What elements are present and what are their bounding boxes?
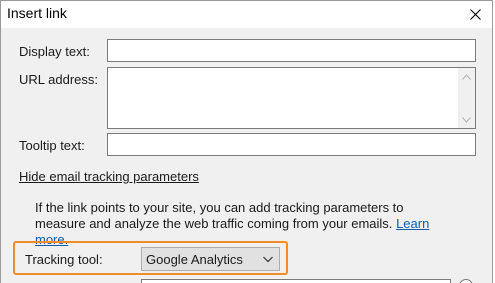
tracking-tool-label: Tracking tool:	[25, 252, 103, 267]
chevron-down-icon	[263, 256, 273, 263]
tracking-tool-select[interactable]: Google Analytics	[141, 247, 280, 271]
url-address-input[interactable]	[108, 68, 459, 128]
campaign-input[interactable]	[141, 279, 451, 283]
url-address-label: URL address:	[19, 72, 98, 87]
url-address-scrollbar[interactable]	[458, 68, 475, 128]
display-text-label: Display text:	[19, 44, 90, 59]
url-address-field[interactable]	[107, 67, 476, 129]
insert-link-dialog: Insert link Display text: URL address: T…	[0, 0, 493, 283]
tracking-tool-selected-value: Google Analytics	[146, 252, 243, 267]
scroll-up-icon[interactable]	[458, 68, 475, 85]
tracking-info-sentence: If the link points to your site, you can…	[35, 200, 404, 231]
close-icon	[469, 8, 481, 20]
tooltip-text-input[interactable]	[107, 133, 476, 156]
display-text-input[interactable]	[107, 39, 476, 62]
scroll-down-icon[interactable]	[458, 111, 475, 128]
title-bar: Insert link	[1, 1, 492, 29]
hide-tracking-parameters-link[interactable]: Hide email tracking parameters	[19, 169, 199, 184]
close-button[interactable]	[464, 4, 486, 24]
tooltip-text-label: Tooltip text:	[19, 138, 85, 153]
dialog-title: Insert link	[7, 5, 67, 21]
